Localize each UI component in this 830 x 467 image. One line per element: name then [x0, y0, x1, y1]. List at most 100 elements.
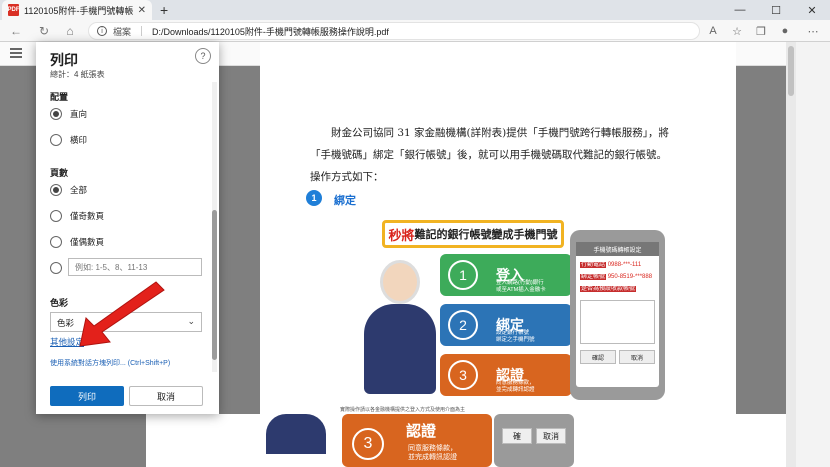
back-arrow-icon[interactable]: ←: [8, 23, 24, 39]
radio-button[interactable]: [50, 262, 62, 274]
phone-header: 手機號碼轉帳設定: [576, 242, 659, 256]
step-number: 1: [448, 260, 478, 290]
favorite-star-icon[interactable]: ☆: [730, 24, 744, 38]
radio-label: 僅奇數頁: [70, 211, 105, 221]
phone-confirm-button: 確認: [580, 350, 616, 364]
print-preview-page: 財金公司協同 31 家金融機構(詳附表)提供「手機門號跨行轉帳服務」，將 「手機…: [260, 42, 736, 414]
read-aloud-icon[interactable]: A: [706, 24, 720, 38]
tab-title: 1120105附件-手機門號轉帳服務操作: [24, 5, 133, 16]
step-label: 認證: [406, 423, 437, 440]
viewer-scrollbar[interactable]: [786, 42, 796, 467]
tab-strip: PDF 1120105附件-手機門號轉帳服務操作 ✕ + — ☐ ✕: [0, 0, 830, 20]
person-illustration: [360, 260, 440, 400]
body-line: 財金公司協同 31 家金融機構(詳附表)提供「手機門號跨行轉帳服務」，將: [310, 127, 669, 139]
cancel-button[interactable]: 取消: [129, 386, 203, 406]
dialog-title: 列印: [50, 52, 78, 68]
address-divider: [141, 26, 143, 36]
address-url[interactable]: D:/Downloads/1120105附件-手機門號轉帳服務操作說明.pdf: [152, 25, 389, 38]
person-illustration: [266, 414, 326, 454]
close-window-button[interactable]: ✕: [794, 0, 830, 20]
radio-label: 全部: [70, 185, 88, 195]
side-panel-strip: [796, 42, 830, 467]
pages-label: 頁數: [50, 168, 69, 178]
contents-menu-icon[interactable]: [10, 48, 22, 58]
help-icon[interactable]: ?: [195, 48, 211, 64]
banner-emphasis: 秒將: [388, 227, 415, 243]
collections-icon[interactable]: ❐: [754, 24, 768, 38]
reload-icon[interactable]: ↻: [36, 23, 52, 39]
person-suit: [364, 304, 436, 394]
radio-button[interactable]: [50, 210, 62, 222]
home-icon[interactable]: ⌂: [62, 23, 78, 39]
phone-confirm-button: 確: [502, 428, 532, 444]
step-card-verify: 3 認證 同意服務條款， 並完成轉訊認證: [440, 354, 572, 396]
minimize-button[interactable]: —: [722, 0, 758, 20]
binding-infographic: 秒將 難記的銀行帳號變成手機門號 1 登入 登入網路(行動)銀行 或至ATM插入金融…: [360, 220, 670, 405]
radio-button[interactable]: [50, 134, 62, 146]
system-dialog-link[interactable]: 使用系統對話方塊列印... (Ctrl+Shift+P): [50, 358, 170, 368]
radio-label: 橫印: [70, 135, 88, 145]
layout-label: 配置: [50, 92, 69, 102]
body-line: 「手機號碼」綁定「銀行帳號」後，就可以用手機號碼取代難記的銀行帳號。: [310, 149, 667, 161]
person-head: [380, 260, 420, 304]
address-bar[interactable]: i 檔案 D:/Downloads/1120105附件-手機門號轉帳服務操作說明…: [88, 22, 700, 40]
phone-cancel-button: 取消: [536, 428, 566, 444]
phone-row: 是否為預設收款帳號: [580, 286, 637, 292]
phone-row: 行動電話 0988-***-111: [580, 262, 642, 268]
address-scheme-label: 檔案: [113, 26, 132, 37]
pdf-file-icon: PDF: [8, 4, 20, 16]
phone-illustration: 確 取消: [494, 414, 574, 467]
new-tab-button[interactable]: +: [160, 2, 168, 18]
dialog-scrollbar[interactable]: [212, 82, 217, 372]
radio-button[interactable]: [50, 108, 62, 120]
print-button[interactable]: 列印: [50, 386, 124, 406]
chevron-down-icon: ⌄: [187, 316, 195, 326]
pdf-page-2: 3 認證 同意服務條款， 並完成轉訊認證 確 取消: [146, 414, 786, 467]
tab-close-icon[interactable]: ✕: [138, 5, 146, 16]
maximize-button[interactable]: ☐: [758, 0, 794, 20]
phone-cancel-button: 取消: [619, 350, 655, 364]
page-range-input[interactable]: [68, 258, 202, 276]
red-arrow-icon: [79, 281, 165, 347]
step-description: 同意服務條款， 並完成轉訊認證: [496, 380, 535, 393]
layout-portrait-option[interactable]: 直向: [50, 108, 87, 120]
radio-label: 僅偶數頁: [70, 237, 105, 247]
phone-illustration: 手機號碼轉帳設定 行動電話 0988-***-111 綁定帳號 950-8519…: [570, 230, 665, 400]
print-dialog: 列印 總計：4 紙張表 ? 配置 直向 橫印 頁數 全部 僅奇數頁 僅偶數頁 色…: [36, 42, 219, 414]
more-menu-icon[interactable]: ⋯: [806, 24, 820, 38]
radio-label: 直向: [70, 109, 88, 119]
body-line: 操作方式如下：: [310, 171, 384, 183]
viewer-scroll-thumb[interactable]: [788, 46, 794, 96]
document-body: 財金公司協同 31 家金融機構(詳附表)提供「手機門號跨行轉帳服務」，將 「手機…: [310, 122, 690, 188]
radio-button[interactable]: [50, 236, 62, 248]
layout-landscape-option[interactable]: 橫印: [50, 134, 87, 146]
radio-button[interactable]: [50, 184, 62, 196]
step-card-bind: 2 綁定 設定銀行帳號 綁定之手機門號: [440, 304, 572, 346]
step-number: 3: [352, 428, 384, 460]
phone-buttons: 確認 取消: [580, 350, 655, 364]
tab-pdf[interactable]: PDF 1120105附件-手機門號轉帳服務操作 ✕: [2, 0, 152, 20]
pages-all-option[interactable]: 全部: [50, 184, 87, 196]
step-description: 同意服務條款， 並完成轉訊認證: [408, 445, 457, 461]
banner-text: 難記的銀行帳號變成手機門號: [414, 229, 558, 241]
step-badge: 1: [306, 190, 322, 206]
step-card-login: 1 登入 登入網路(行動)銀行 或至ATM插入金融卡: [440, 254, 572, 296]
browser-toolbar: ← ↻ ⌂ i 檔案 D:/Downloads/1120105附件-手機門號轉帳…: [0, 20, 830, 42]
step-number: 3: [448, 360, 478, 390]
info-icon[interactable]: i: [97, 26, 107, 36]
step-card-verify: 3 認證 同意服務條款， 並完成轉訊認證: [342, 414, 492, 467]
phone-screen: 手機號碼轉帳設定 行動電話 0988-***-111 綁定帳號 950-8519…: [576, 242, 659, 387]
step-description: 設定銀行帳號 綁定之手機門號: [496, 330, 535, 343]
pages-odd-option[interactable]: 僅奇數頁: [50, 210, 104, 222]
step-number: 2: [448, 310, 478, 340]
profile-avatar-icon[interactable]: ●: [778, 24, 792, 38]
step-description: 登入網路(行動)銀行 或至ATM插入金融卡: [496, 280, 546, 293]
phone-row: 綁定帳號 950-8519-***888: [580, 274, 653, 280]
infographic-caption: 實際操作請以各金融機構提供之登入方式及使用介面為主: [340, 407, 466, 413]
dialog-scroll-thumb[interactable]: [212, 210, 217, 360]
phone-terms-card: [580, 300, 655, 344]
sheet-count: 總計：4 紙張表: [50, 70, 105, 79]
pages-even-option[interactable]: 僅偶數頁: [50, 236, 104, 248]
pages-custom-option[interactable]: [50, 262, 62, 274]
step-title: 綁定: [334, 195, 356, 207]
